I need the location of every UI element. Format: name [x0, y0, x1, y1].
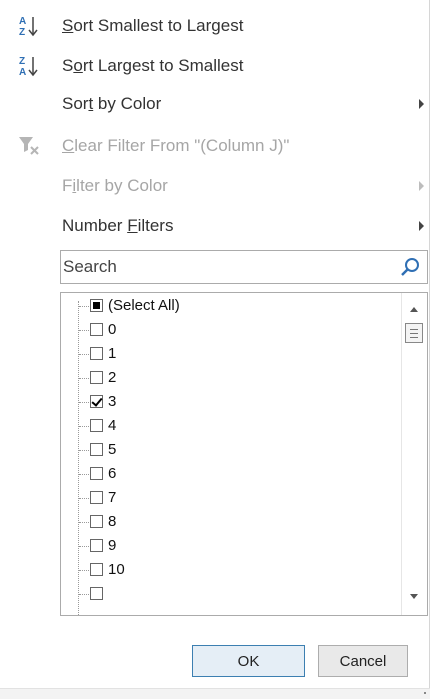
search-input[interactable]: [63, 253, 393, 281]
list-item-label: 0: [108, 321, 117, 338]
tree-connector: [79, 306, 89, 307]
scroll-thumb[interactable]: [405, 323, 423, 343]
list-item-label: 1: [108, 345, 117, 362]
list-item[interactable]: 5: [61, 439, 401, 463]
list-item-label: 6: [108, 465, 117, 482]
menu-label-sort-by-color: Sort by Color: [62, 94, 162, 113]
list-scrollbar[interactable]: [401, 293, 427, 615]
tree-connector: [79, 330, 89, 331]
checkbox[interactable]: [90, 515, 103, 528]
checkbox[interactable]: [90, 299, 103, 312]
menu-clear-filter[interactable]: Clear Filter From "(Column J)": [0, 126, 430, 166]
scroll-down-icon[interactable]: [410, 594, 418, 599]
list-item-label: 8: [108, 513, 117, 530]
svg-text:A: A: [19, 16, 26, 27]
menu-label-sort-descending: Sort Largest to Smallest: [62, 56, 244, 75]
checkbox[interactable]: [90, 371, 103, 384]
tree-connector: [79, 498, 89, 499]
checkbox[interactable]: [90, 443, 103, 456]
ok-button[interactable]: OK: [192, 645, 305, 677]
checkbox[interactable]: [90, 395, 103, 408]
list-item[interactable]: 4: [61, 415, 401, 439]
menu-filter-by-color[interactable]: Filter by Color: [0, 166, 430, 206]
tree-connector: [79, 450, 89, 451]
sort-descending-icon: Z A: [14, 51, 44, 81]
list-item-label: 10: [108, 561, 125, 578]
checkbox[interactable]: [90, 419, 103, 432]
tree-connector: [79, 522, 89, 523]
sort-ascending-icon: A Z: [14, 11, 44, 41]
search-box: [60, 250, 428, 284]
select-all-item[interactable]: (Select All): [61, 295, 401, 319]
checkbox[interactable]: [90, 563, 103, 576]
list-item-label: 9: [108, 537, 117, 554]
chevron-right-icon: [419, 181, 424, 191]
list-item-label: 5: [108, 441, 117, 458]
tree-connector: [79, 402, 89, 403]
list-item-label: 4: [108, 417, 117, 434]
menu-label-sort-ascending: Sort Smallest to Largest: [62, 16, 244, 35]
list-item-label: 3: [108, 393, 117, 410]
list-item[interactable]: 0: [61, 319, 401, 343]
list-item[interactable]: 2: [61, 367, 401, 391]
list-item-label: 2: [108, 369, 117, 386]
chevron-right-icon: [419, 99, 424, 109]
tree-connector: [79, 354, 89, 355]
list-item-label: (Select All): [108, 297, 180, 314]
tree-connector: [79, 426, 89, 427]
svg-text:A: A: [19, 67, 26, 78]
menu-label-filter-by-color: Filter by Color: [62, 176, 168, 195]
checkbox[interactable]: [90, 347, 103, 360]
resize-grip-icon: [424, 692, 426, 694]
menu-sort-by-color[interactable]: Sort by Color: [0, 84, 430, 124]
list-item-label: 7: [108, 489, 117, 506]
menu-number-filters[interactable]: Number Filters: [0, 206, 430, 246]
cancel-button[interactable]: Cancel: [318, 645, 408, 677]
list-item[interactable]: 3: [61, 391, 401, 415]
svg-text:Z: Z: [19, 27, 25, 38]
list-item[interactable]: 9: [61, 535, 401, 559]
tree-connector: [79, 594, 89, 595]
checkbox[interactable]: [90, 491, 103, 504]
scroll-up-icon[interactable]: [410, 307, 418, 312]
checkbox[interactable]: [90, 587, 103, 600]
list-item[interactable]: 8: [61, 511, 401, 535]
menu-sort-descending[interactable]: Z A Sort Largest to Smallest: [0, 46, 430, 86]
tree-connector: [79, 378, 89, 379]
search-icon[interactable]: [399, 256, 421, 278]
checkbox[interactable]: [90, 539, 103, 552]
tree-connector: [79, 570, 89, 571]
value-list: (Select All) 0 1 2 3 4 5 6 7 8 9 10: [60, 292, 428, 616]
tree-connector: [79, 546, 89, 547]
menu-label-number-filters: Number Filters: [62, 216, 174, 235]
resize-grip[interactable]: [0, 688, 430, 699]
list-item[interactable]: 7: [61, 487, 401, 511]
clear-filter-icon: [14, 131, 44, 161]
chevron-right-icon: [419, 221, 424, 231]
checkbox[interactable]: [90, 323, 103, 336]
list-item[interactable]: 6: [61, 463, 401, 487]
list-item[interactable]: 1: [61, 343, 401, 367]
svg-text:Z: Z: [19, 56, 25, 67]
autofilter-dropdown: A Z Sort Smallest to Largest Z A Sort La…: [0, 0, 430, 699]
checkbox[interactable]: [90, 467, 103, 480]
list-item[interactable]: 10: [61, 559, 401, 583]
menu-sort-ascending[interactable]: A Z Sort Smallest to Largest: [0, 6, 430, 46]
value-list-items: (Select All) 0 1 2 3 4 5 6 7 8 9 10: [61, 293, 401, 615]
menu-label-clear-filter: Clear Filter From "(Column J)": [62, 136, 290, 155]
list-item[interactable]: [61, 583, 401, 607]
tree-connector: [79, 474, 89, 475]
